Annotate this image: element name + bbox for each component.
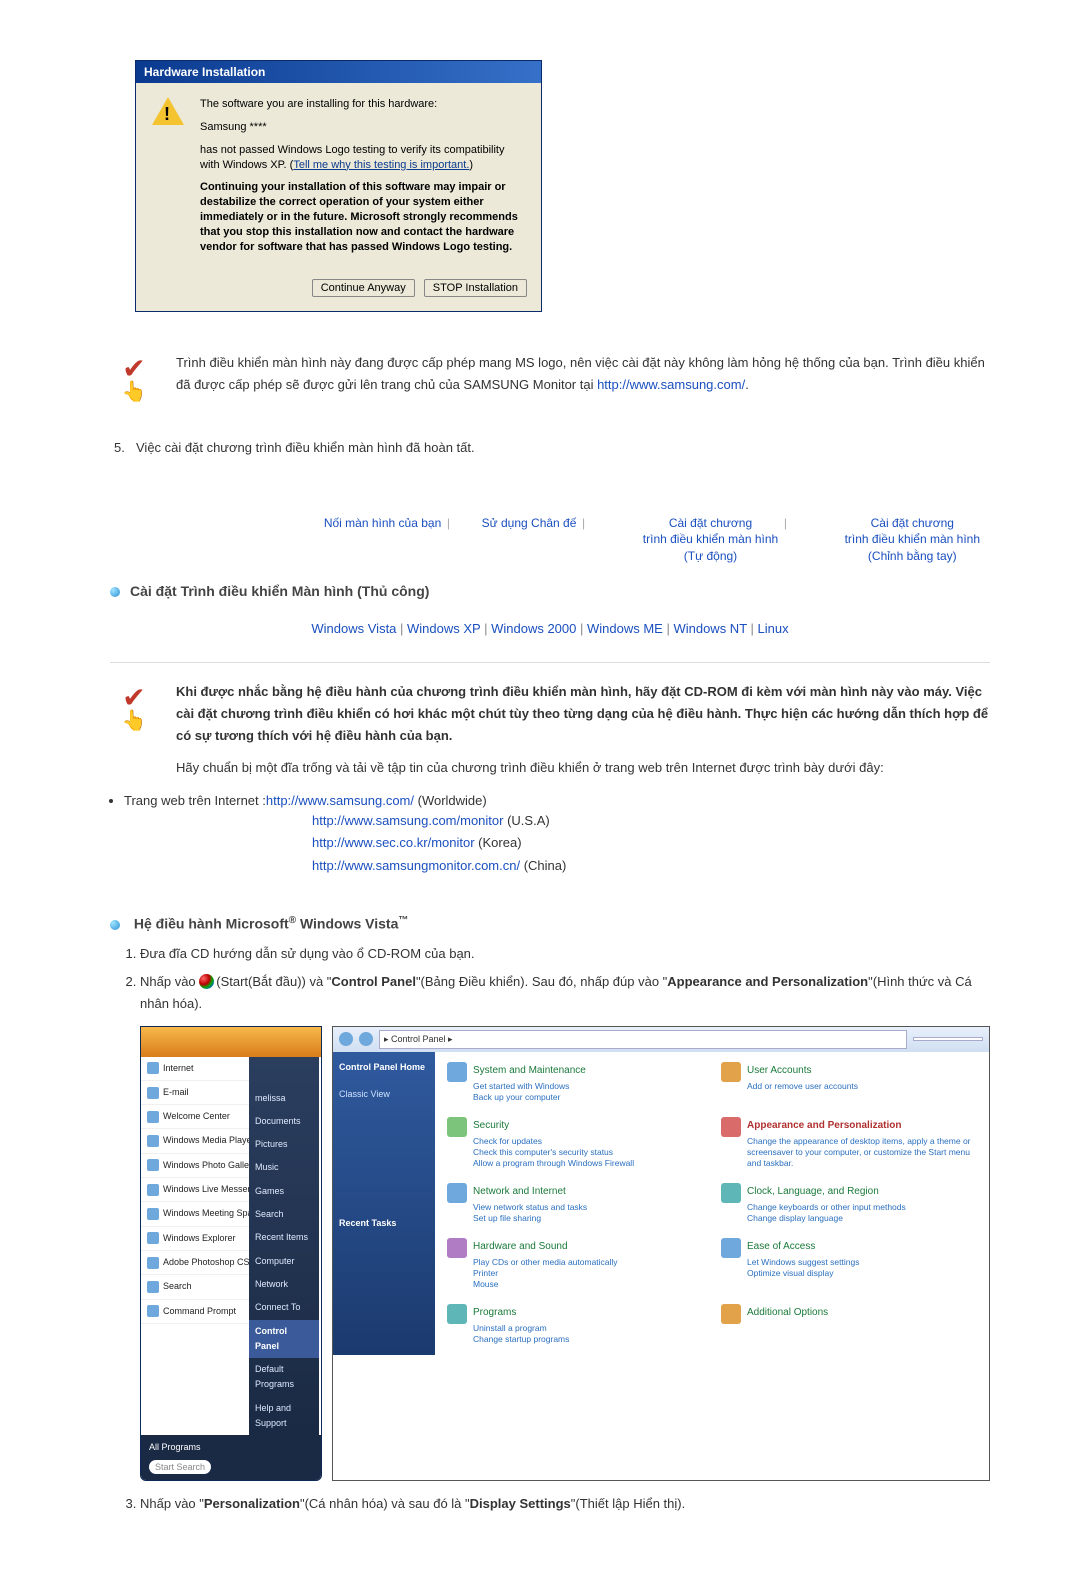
link-korea[interactable]: http://www.sec.co.kr/monitor [312,835,475,850]
link-nt[interactable]: Windows NT [673,621,746,636]
start-menu-right-item[interactable]: Search [249,1203,319,1226]
cp-category[interactable]: Appearance and PersonalizationChange the… [721,1117,977,1169]
section-nav: Nối màn hình của bạn | Sử dụng Chân đế |… [110,515,990,565]
heading-vista: Hệ điều hành Microsoft® Windows Vista™ [110,915,990,932]
start-menu-item[interactable]: Internet [141,1057,249,1081]
divider [110,662,990,663]
cp-category[interactable]: Hardware and SoundPlay CDs or other medi… [447,1238,703,1290]
link-xp[interactable]: Windows XP [407,621,480,636]
start-menu-item[interactable]: Windows Live Messenger Download [141,1178,249,1202]
start-menu-right-item[interactable]: Music [249,1156,319,1179]
continue-anyway-button[interactable]: Continue Anyway [312,279,415,297]
start-menu-left: InternetE-mailWelcome CenterWindows Medi… [141,1057,249,1324]
link-worldwide[interactable]: http://www.samsung.com/ [266,793,414,808]
link-me[interactable]: Windows ME [587,621,663,636]
cp-category[interactable]: Clock, Language, and RegionChange keyboa… [721,1183,977,1224]
start-menu-right-item[interactable]: melissa [249,1087,319,1110]
step-5: 5.Việc cài đặt chương trình điều khiển m… [110,440,990,455]
link-usa[interactable]: http://www.samsung.com/monitor [312,813,503,828]
start-menu-right-item[interactable]: Control Panel [249,1320,319,1359]
cp-category[interactable]: SecurityCheck for updatesCheck this comp… [447,1117,703,1169]
control-panel-window: ▸ Control Panel ▸ Control Panel Home Cla… [332,1026,990,1481]
start-menu-item[interactable]: Search [141,1275,249,1299]
note-check-icon: ✔👆 [110,352,158,404]
start-menu-right-item[interactable]: Recent Items [249,1226,319,1249]
start-menu: InternetE-mailWelcome CenterWindows Medi… [140,1026,322,1481]
tell-me-why-link[interactable]: Tell me why this testing is important. [293,159,469,171]
start-menu-item[interactable]: E-mail [141,1081,249,1105]
hardware-install-dialog: Hardware Installation The software you a… [135,60,542,312]
cp-side-classic[interactable]: Classic View [339,1087,429,1102]
user-avatar [141,1027,321,1057]
heading-manual-install: Cài đặt Trình điều khiển Màn hình (Thủ c… [110,583,990,599]
start-menu-right-item[interactable]: Help and Support [249,1397,319,1436]
all-programs[interactable]: All Programs [149,1440,313,1455]
start-menu-item[interactable]: Welcome Center [141,1105,249,1129]
vista-step-2: Nhấp vào (Start(Bắt đầu)) và "Control Pa… [140,971,990,1481]
start-menu-item[interactable]: Windows Media Player [141,1129,249,1153]
cp-category[interactable]: Network and InternetView network status … [447,1183,703,1224]
vista-step-1: Đưa đĩa CD hướng dẫn sử dụng vào ổ CD-RO… [140,943,990,965]
start-menu-right-item[interactable]: Computer [249,1250,319,1273]
note-ms-logo: Trình điều khiển màn hình này đang được … [176,352,990,404]
start-menu-right-item[interactable]: Documents [249,1110,319,1133]
nav-back-icon[interactable] [339,1032,353,1046]
dialog-compat: has not passed Windows Logo testing to v… [200,143,525,173]
cp-category[interactable]: User AccountsAdd or remove user accounts [721,1062,977,1103]
cp-sidebar: Control Panel Home Classic View Recent T… [333,1052,435,1356]
link-china[interactable]: http://www.samsungmonitor.com.cn/ [312,858,520,873]
nav-use-stand[interactable]: Sử dụng Chân đế [482,515,577,532]
internet-links-list: Trang web trên Internet :http://www.sams… [124,793,990,808]
cp-category[interactable]: Additional Options [721,1304,977,1345]
stop-installation-button[interactable]: STOP Installation [424,279,527,297]
cp-category[interactable]: Ease of AccessLet Windows suggest settin… [721,1238,977,1290]
link-2000[interactable]: Windows 2000 [491,621,576,636]
nav-fwd-icon[interactable] [359,1032,373,1046]
start-menu-right-item[interactable]: Connect To [249,1296,319,1319]
note-prepare-disk: Hãy chuẩn bị một đĩa trống và tải về tập… [176,757,990,779]
start-menu-right-item[interactable]: Games [249,1180,319,1203]
vista-steps: Đưa đĩa CD hướng dẫn sử dụng vào ổ CD-RO… [118,943,990,1481]
cp-category[interactable]: System and MaintenanceGet started with W… [447,1062,703,1103]
start-menu-right-item[interactable]: Default Programs [249,1358,319,1397]
start-orb-icon [199,974,214,989]
start-menu-item[interactable]: Windows Photo Gallery [141,1154,249,1178]
start-menu-right-item[interactable]: Pictures [249,1133,319,1156]
samsung-home-link[interactable]: http://www.samsung.com/ [597,377,745,392]
nav-install-manual[interactable]: Cài đặt chươngtrình điều khiển màn hình(… [819,515,980,565]
cp-categories: System and MaintenanceGet started with W… [435,1052,989,1356]
link-linux[interactable]: Linux [758,621,789,636]
cp-category[interactable]: ProgramsUninstall a programChange startu… [447,1304,703,1345]
os-link-row: Windows Vista | Windows XP | Windows 200… [110,621,990,636]
start-menu-item[interactable]: Windows Explorer [141,1227,249,1251]
start-menu-right: melissaDocumentsPicturesMusicGamesSearch… [249,1057,319,1436]
address-bar[interactable]: ▸ Control Panel ▸ [379,1030,907,1049]
vista-screenshot: InternetE-mailWelcome CenterWindows Medi… [140,1026,990,1481]
dialog-device: Samsung **** [200,120,525,135]
nav-connect-monitor[interactable]: Nối màn hình của bạn [324,515,441,532]
warning-icon [152,97,184,263]
vista-step-3: Nhấp vào "Personalization"(Cá nhân hóa) … [140,1493,990,1515]
dialog-titlebar: Hardware Installation [136,61,541,83]
dialog-line1: The software you are installing for this… [200,97,525,112]
cp-side-recent: Recent Tasks [339,1216,429,1231]
start-menu-item[interactable]: Command Prompt [141,1300,249,1324]
start-menu-item[interactable]: Adobe Photoshop CS2 [141,1251,249,1275]
note-hand-icon: ✔👆 [110,681,158,779]
start-menu-right-item[interactable]: Network [249,1273,319,1296]
start-menu-item[interactable]: Windows Meeting Space [141,1202,249,1226]
start-search[interactable]: Start Search [149,1460,211,1474]
note-os-prompt: Khi được nhắc bằng hệ điều hành của chươ… [176,681,990,747]
search-box[interactable] [913,1037,983,1041]
dialog-warning-text: Continuing your installation of this sof… [200,180,525,254]
link-vista[interactable]: Windows Vista [311,621,396,636]
cp-side-home[interactable]: Control Panel Home [339,1060,429,1075]
nav-install-auto[interactable]: Cài đặt chươngtrình điều khiển màn hình(… [617,515,778,565]
